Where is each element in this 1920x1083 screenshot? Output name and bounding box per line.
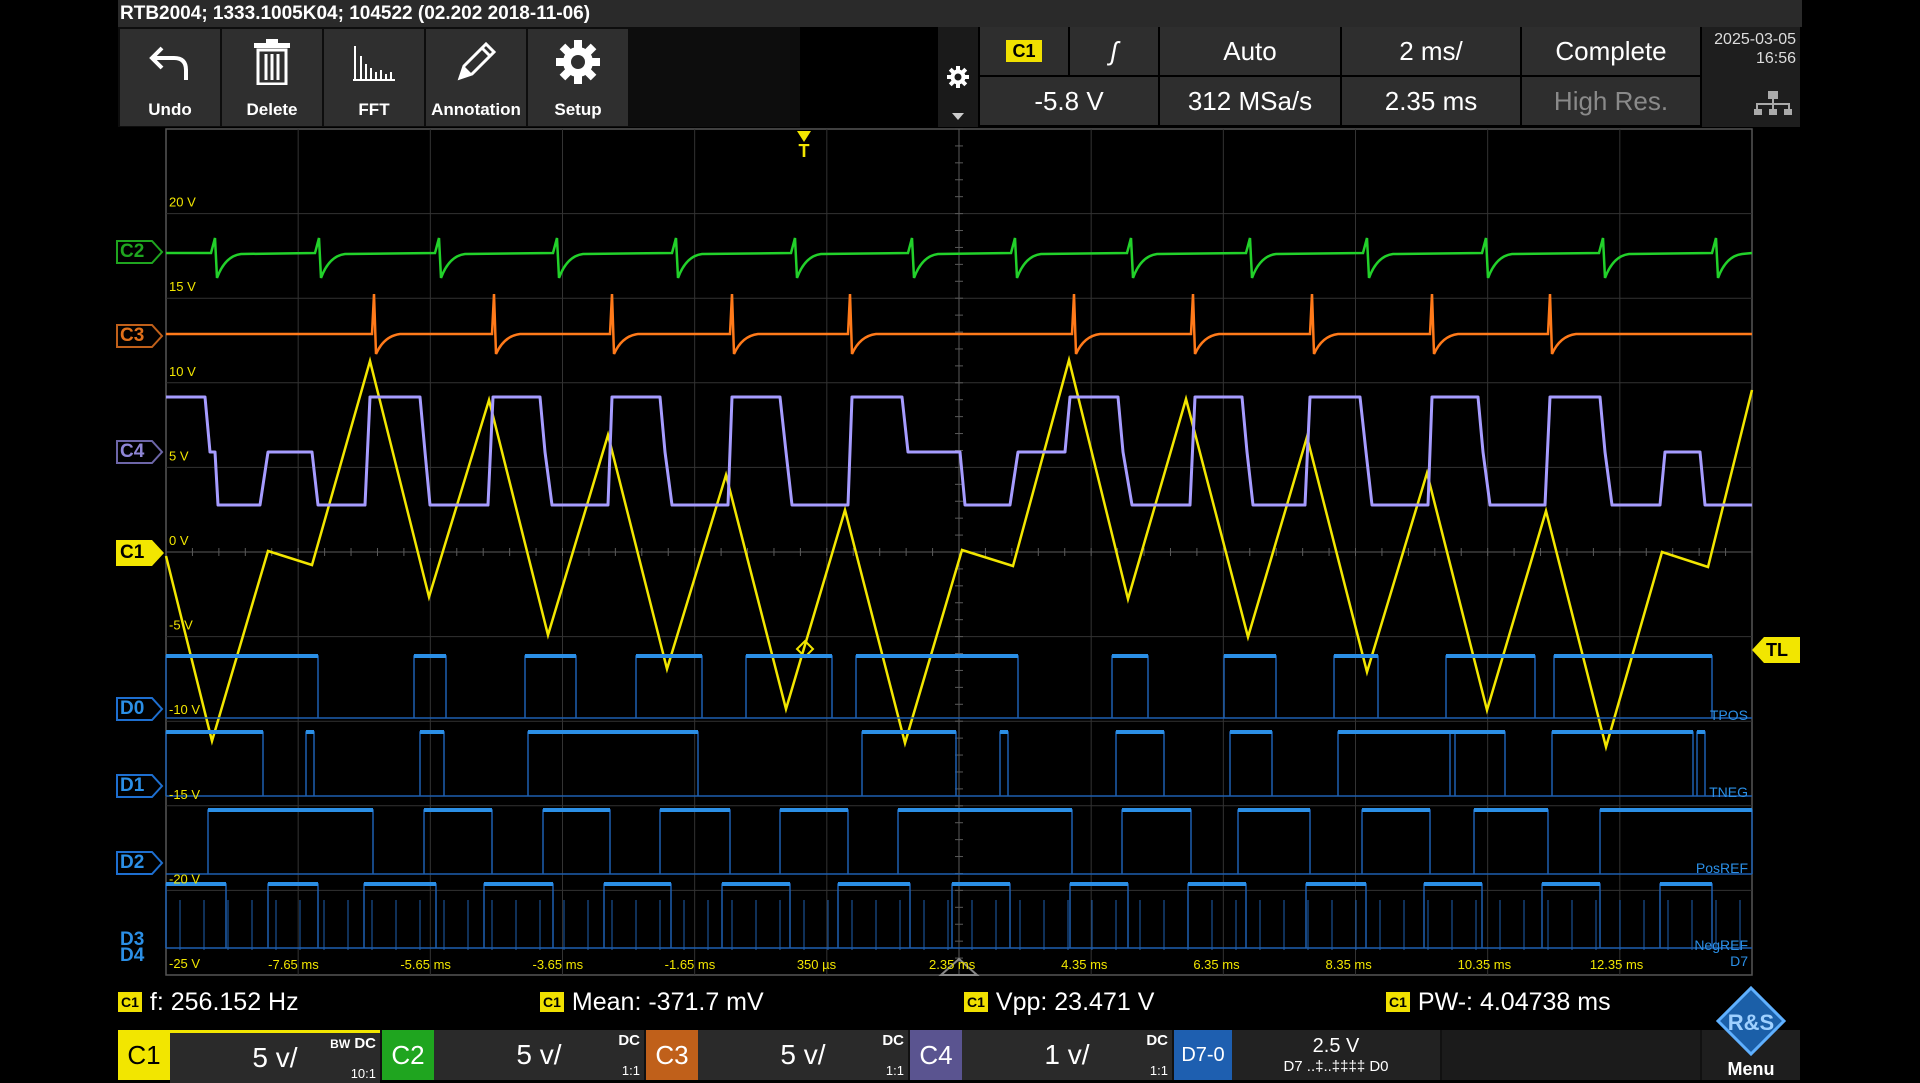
- voltage-label: -20 V: [169, 871, 200, 886]
- c1-coupling-value: DC: [354, 1035, 376, 1052]
- d4-marker-label: D4: [120, 945, 145, 966]
- time-label: 8.35 ms: [1326, 957, 1373, 972]
- digital-channel-label: TPOS: [1710, 707, 1748, 723]
- trigger-time-marker[interactable]: T: [795, 130, 813, 161]
- trigger-level-marker[interactable]: TL: [1752, 637, 1800, 663]
- digital-channel-label: NegREF: [1694, 937, 1748, 953]
- c1-scale-box: 5 v/ BW DC 10:1: [170, 1030, 380, 1083]
- d1-marker[interactable]: D1: [116, 774, 164, 798]
- time-label: 350 µs: [797, 957, 837, 972]
- c3-scale-box: 5 v/ DC 1:1: [698, 1030, 908, 1080]
- time-label: 6.35 ms: [1193, 957, 1240, 972]
- c4-tag: C4: [910, 1030, 962, 1080]
- logic-d7-0-button[interactable]: D7-0 2.5 V D7 ..‡..‡‡‡‡ D0: [1174, 1030, 1440, 1080]
- menu-label: Menu: [1727, 1059, 1775, 1079]
- voltage-label: -10 V: [169, 702, 200, 717]
- c4-probe: 1:1: [1149, 1063, 1168, 1078]
- measurement-source: C1: [1386, 992, 1410, 1012]
- channel-c4-button[interactable]: C4 1 v/ DC 1:1: [910, 1030, 1172, 1080]
- c4-coupling: DC: [1146, 1032, 1168, 1049]
- time-label: -7.65 ms: [268, 957, 319, 972]
- time-label: -3.65 ms: [533, 957, 584, 972]
- channel-bar-empty: [1442, 1030, 1700, 1080]
- voltage-label: 20 V: [169, 195, 196, 210]
- time-label: 10.35 ms: [1458, 957, 1512, 972]
- c3-offset-marker[interactable]: C3: [116, 324, 164, 348]
- waveform-canvas: 20 V 15 V 10 V 5 V 0 V -5 V -10 V -15 V -20 V -25…: [164, 128, 1754, 976]
- measurement-source: C1: [118, 992, 142, 1012]
- c3-tag: C3: [646, 1030, 698, 1080]
- c4-offset-marker[interactable]: C4: [116, 440, 164, 464]
- svg-text:R&S: R&S: [1728, 1010, 1774, 1035]
- voltage-label: 10 V: [169, 364, 196, 379]
- trigger-level-label: TL: [1766, 640, 1788, 660]
- d0-marker[interactable]: D0: [116, 697, 164, 721]
- voltage-label: 0 V: [169, 533, 189, 548]
- d2-marker[interactable]: D2: [116, 851, 164, 875]
- time-label: 2.35 ms: [929, 957, 976, 972]
- time-label: -5.65 ms: [400, 957, 451, 972]
- time-axis-labels: -7.65 ms -5.65 ms -3.65 ms -1.65 ms 350 µs 2.…: [268, 957, 1644, 972]
- measurement-pulse-width[interactable]: C1 PW-: 4.04738 ms: [1386, 982, 1611, 1022]
- menu-button[interactable]: R&S Menu: [1702, 986, 1800, 1080]
- digital-channel-label: D7: [1730, 953, 1748, 969]
- voltage-label: -5 V: [169, 618, 193, 633]
- logic-bits: D7 ..‡..‡‡‡‡ D0: [1283, 1058, 1389, 1075]
- logic-threshold: 2.5 V: [1312, 1035, 1360, 1057]
- measurement-mean[interactable]: C1 Mean: -371.7 mV: [540, 982, 764, 1022]
- c3-coupling: DC: [882, 1032, 904, 1049]
- c1-bw: BW: [330, 1037, 351, 1051]
- c3-marker-label: C3: [120, 325, 145, 346]
- c2-marker-label: C2: [120, 241, 145, 262]
- c1-marker-label: C1: [120, 542, 145, 563]
- rs-logo-icon: R&S: [1716, 986, 1786, 1056]
- measurement-source: C1: [540, 992, 564, 1012]
- digital-channel-label: PosREF: [1696, 860, 1748, 876]
- c2-tag: C2: [382, 1030, 434, 1080]
- channel-c3-button[interactable]: C3 5 v/ DC 1:1: [646, 1030, 908, 1080]
- measurement-text: Vpp: 23.471 V: [995, 987, 1155, 1016]
- digital-channel-label: TNEG: [1709, 784, 1748, 800]
- channel-c2-button[interactable]: C2 5 v/ DC 1:1: [382, 1030, 644, 1080]
- c1-tag: C1: [118, 1030, 170, 1080]
- channel-c1-button[interactable]: C1 5 v/ BW DC 10:1: [118, 1030, 380, 1083]
- c2-offset-marker[interactable]: C2: [116, 240, 164, 264]
- time-label: 4.35 ms: [1061, 957, 1108, 972]
- c1-scale: 5 v/: [252, 1042, 298, 1073]
- c2-probe: 1:1: [621, 1063, 640, 1078]
- measurement-text: PW-: 4.04738 ms: [1417, 987, 1611, 1016]
- d1-marker-label: D1: [120, 775, 145, 796]
- d0-marker-label: D0: [120, 698, 145, 719]
- d4-marker[interactable]: D4: [116, 944, 164, 968]
- measurement-text: f: 256.152 Hz: [149, 987, 299, 1016]
- voltage-label: 5 V: [169, 448, 189, 463]
- logic-box: 2.5 V D7 ..‡..‡‡‡‡ D0: [1232, 1030, 1440, 1080]
- graticule: [165, 128, 1753, 976]
- c4-scale-box: 1 v/ DC 1:1: [962, 1030, 1172, 1080]
- trigger-marker-label: T: [798, 141, 810, 161]
- voltage-label: -15 V: [169, 787, 200, 802]
- c2-scale-box: 5 v/ DC 1:1: [434, 1030, 644, 1080]
- c2-scale: 5 v/: [516, 1039, 562, 1070]
- c1-probe: 10:1: [350, 1066, 376, 1081]
- measurement-source: C1: [964, 992, 988, 1012]
- voltage-label: -25 V: [169, 956, 200, 971]
- measurement-vpp[interactable]: C1 Vpp: 23.471 V: [964, 982, 1154, 1022]
- measurement-text: Mean: -371.7 mV: [571, 987, 764, 1016]
- voltage-label: 15 V: [169, 279, 196, 294]
- c4-marker-label: C4: [120, 441, 145, 462]
- c1-offset-marker[interactable]: C1: [116, 540, 164, 566]
- time-label: -1.65 ms: [665, 957, 716, 972]
- c3-probe: 1:1: [885, 1063, 904, 1078]
- time-label: 12.35 ms: [1590, 957, 1644, 972]
- c2-coupling: DC: [618, 1032, 640, 1049]
- c3-scale: 5 v/: [780, 1039, 826, 1070]
- c4-scale: 1 v/: [1044, 1039, 1090, 1070]
- measurement-frequency[interactable]: C1 f: 256.152 Hz: [118, 982, 299, 1022]
- c1-coupling: BW DC: [330, 1035, 376, 1052]
- logic-tag: D7-0: [1174, 1030, 1232, 1080]
- d2-marker-label: D2: [120, 852, 145, 873]
